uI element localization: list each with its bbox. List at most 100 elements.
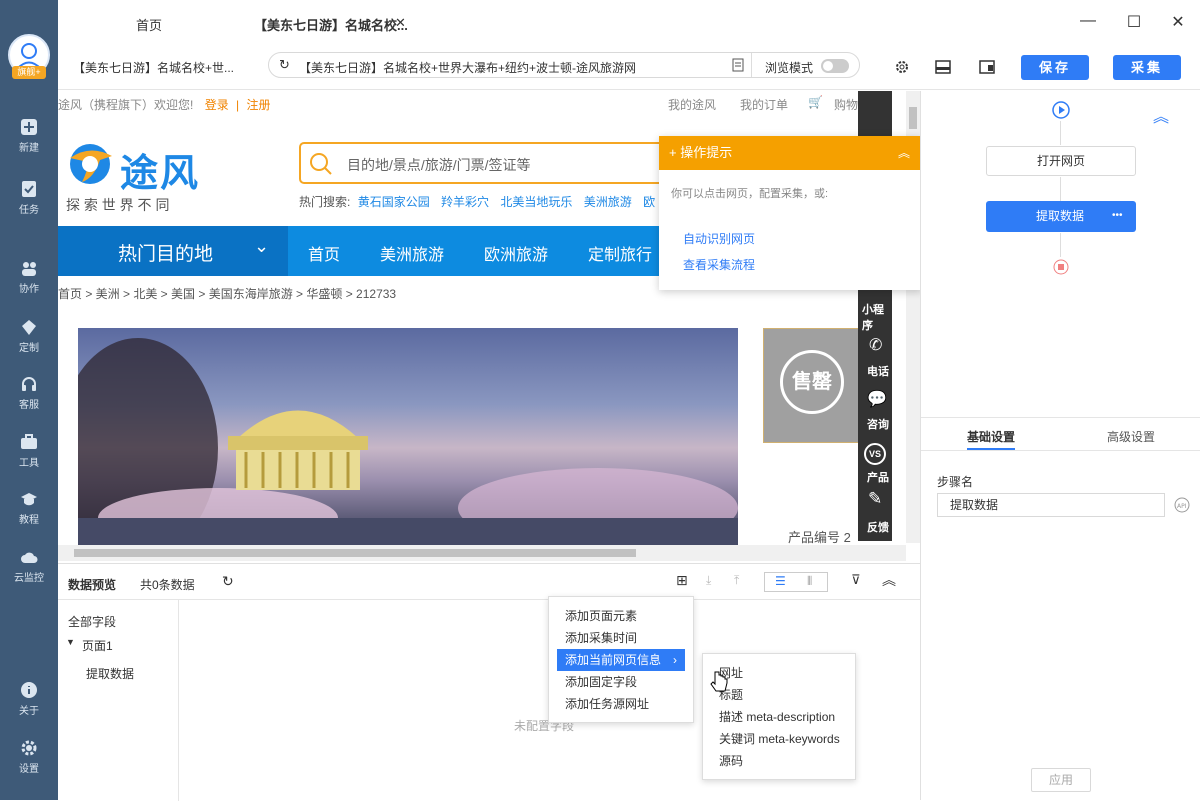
vs-icon[interactable]: VS (864, 443, 886, 465)
collapse-up-icon[interactable]: ︽ (1153, 103, 1169, 127)
window-icon[interactable] (979, 60, 995, 74)
sidebar-item-support[interactable]: 客服 (0, 375, 58, 411)
api-icon[interactable]: API (1174, 497, 1190, 513)
toolbox-icon (21, 434, 37, 449)
float-consult[interactable]: 咨询 (867, 416, 889, 432)
step-open-page[interactable]: 打开网页 (986, 146, 1136, 176)
sidebar-item-label: 客服 (19, 400, 39, 411)
play-icon[interactable] (1052, 101, 1070, 119)
refresh-icon[interactable]: ↻ (279, 57, 290, 73)
sidebar-item-collab[interactable]: 协作 (0, 259, 58, 295)
menu-item-add-element[interactable]: 添加页面元素 (549, 605, 693, 627)
list-view-icon[interactable]: ☰ (775, 574, 786, 588)
apply-button[interactable]: 应用 (1031, 768, 1091, 792)
cart-link[interactable]: 购物 (834, 96, 858, 113)
hot-search-item[interactable]: 欧 (643, 195, 655, 209)
expand-triangle-icon[interactable]: ▼ (66, 637, 75, 647)
sidebar-item-tutorial[interactable]: 教程 (0, 490, 58, 526)
menu-item-add-page-info[interactable]: 添加当前网页信息 › (557, 649, 685, 671)
menu-item-add-source-url[interactable]: 添加任务源网址 (549, 693, 693, 715)
tab-home[interactable]: 首页 (136, 15, 162, 34)
product-hero-image[interactable] (78, 328, 738, 546)
tab-basic-settings[interactable]: 基础设置 (967, 428, 1015, 445)
more-icon[interactable]: ••• (1112, 200, 1123, 231)
view-toggle[interactable]: ☰ ⦀ (764, 572, 828, 592)
sidebar-item-about[interactable]: 关于 (0, 681, 58, 717)
filter-icon[interactable]: ⊽ (851, 572, 861, 588)
save-button[interactable]: 保存 (1021, 55, 1089, 80)
tab-advanced-settings[interactable]: 高级设置 (1107, 428, 1155, 445)
soldout-badge: 售罄 (780, 350, 844, 414)
login-link[interactable]: 登录 (205, 98, 229, 112)
jefferson-memorial-image (78, 338, 738, 546)
my-tufeng-link[interactable]: 我的途风 (668, 96, 716, 113)
document-icon[interactable] (731, 58, 745, 72)
step-name-input[interactable]: 提取数据 (937, 493, 1165, 517)
step-extract-data[interactable]: 提取数据 ••• (986, 201, 1136, 232)
submenu-item-description[interactable]: 描述 meta-description (703, 706, 855, 728)
sidebar-item-cloud[interactable]: 云监控 (0, 548, 58, 584)
people-icon (22, 262, 36, 276)
sidebar-item-label: 协作 (19, 284, 39, 295)
sidebar-item-tools[interactable]: 工具 (0, 433, 58, 469)
preview-count: 共0条数据 (140, 578, 195, 592)
cart-icon[interactable]: 🛒 (808, 95, 823, 109)
edit-icon[interactable]: ✎ (868, 489, 882, 509)
sidebar-item-settings[interactable]: 设置 (0, 739, 58, 775)
minimize-icon[interactable]: — (1078, 12, 1098, 30)
my-orders-link[interactable]: 我的订单 (740, 96, 788, 113)
settings-gear-icon[interactable] (894, 59, 910, 75)
chat-icon[interactable]: 💬 (867, 389, 887, 409)
hot-search-item[interactable]: 羚羊彩穴 (441, 195, 489, 209)
float-phone[interactable]: 电话 (867, 363, 889, 379)
tips-desc: 你可以点击网页，配置采集，或: (671, 188, 829, 200)
collapse-icon[interactable]: ︽ (898, 136, 910, 170)
column-view-icon[interactable]: ⦀ (807, 574, 812, 589)
layout-icon[interactable] (935, 60, 951, 74)
nav-item[interactable]: 定制旅行 (588, 241, 652, 265)
collect-button[interactable]: 采集 (1113, 55, 1181, 80)
chevron-down-icon: ⌄ (254, 236, 270, 256)
view-flow-link[interactable]: 查看采集流程 (683, 256, 755, 273)
product-number: 产品编号 2 (788, 530, 851, 545)
hot-search-item[interactable]: 北美当地玩乐 (500, 195, 572, 209)
nav-hot-destinations[interactable]: 热门目的地 ⌄ (58, 226, 288, 276)
address-bar[interactable]: ↻ 【美东七日游】名城名校+世界大瀑布+纽约+波士顿-途风旅游网 浏览模式 (268, 52, 860, 78)
submenu-item-keywords[interactable]: 关键词 meta-keywords (703, 728, 855, 750)
extract-data-item[interactable]: 提取数据 (86, 665, 134, 682)
all-fields-item[interactable]: 全部字段 (68, 613, 116, 630)
nav-item[interactable]: 欧洲旅游 (484, 241, 548, 265)
upload-icon[interactable]: ⤒ (734, 573, 739, 588)
nav-item[interactable]: 美洲旅游 (380, 241, 444, 265)
collapse-up-icon[interactable]: ︽ (882, 570, 896, 590)
maximize-icon[interactable]: ☐ (1124, 12, 1144, 32)
float-miniprogram[interactable]: 小程序 (862, 301, 892, 333)
tab-close-icon[interactable]: ✕ (395, 15, 406, 31)
horizontal-scrollbar[interactable] (58, 545, 906, 561)
refresh-icon[interactable]: ↻ (222, 573, 234, 590)
auto-detect-link[interactable]: 自动识别网页 (683, 230, 755, 247)
browse-mode-toggle[interactable] (821, 59, 849, 73)
hot-search-item[interactable]: 黄石国家公园 (358, 195, 430, 209)
submenu-item-source[interactable]: 源码 (703, 750, 855, 772)
download-icon[interactable]: ⤓ (706, 573, 711, 588)
sidebar-item-new[interactable]: 新建 (0, 118, 58, 154)
hot-search-item[interactable]: 美洲旅游 (584, 195, 632, 209)
float-product[interactable]: 产品 (867, 469, 889, 485)
phone-icon[interactable]: ✆ (869, 335, 882, 355)
close-window-icon[interactable]: ✕ (1168, 12, 1188, 32)
sidebar-item-custom[interactable]: 定制 (0, 318, 58, 354)
page1-item[interactable]: 页面1 (82, 637, 113, 654)
step-name-label: 步骤名 (937, 475, 974, 489)
menu-item-add-fixed[interactable]: 添加固定字段 (549, 671, 693, 693)
sidebar-item-tasks[interactable]: 任务 (0, 180, 58, 216)
site-search-box[interactable]: 目的地/景点/旅游/门票/签证等 (299, 142, 671, 184)
url-text[interactable]: 【美东七日游】名城名校+世界大瀑布+纽约+波士顿-途风旅游网 (299, 59, 636, 76)
register-link[interactable]: 注册 (247, 98, 271, 112)
add-field-icon[interactable]: ⊞ (676, 572, 688, 589)
tab-active-page[interactable]: 【美东七日游】名城名校... (254, 15, 408, 34)
menu-item-add-time[interactable]: 添加采集时间 (549, 627, 693, 649)
float-feedback[interactable]: 反馈 (867, 519, 889, 535)
address-row: 【美东七日游】名城名校+世... ↻ 【美东七日游】名城名校+世界大瀑布+纽约+… (58, 45, 1200, 90)
nav-item[interactable]: 首页 (308, 241, 340, 265)
